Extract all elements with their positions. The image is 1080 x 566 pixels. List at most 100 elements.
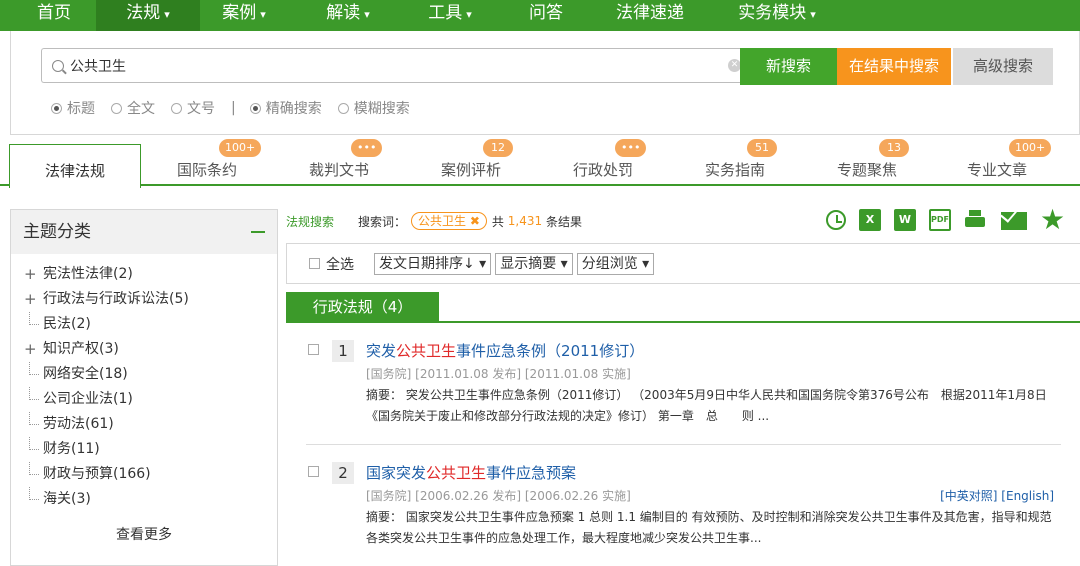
chevron-down-icon: ▾ <box>164 8 170 21</box>
section-tab-admin-regulations[interactable]: 行政法规（4） <box>286 292 439 323</box>
excel-icon[interactable]: X <box>859 209 881 231</box>
sidebar-item-labor-law[interactable]: 劳动法(61) <box>11 412 277 437</box>
radio-fuzzy-search[interactable]: 模糊搜索 <box>337 98 410 118</box>
summary-select[interactable]: 显示摘要 ▾ <box>495 252 573 275</box>
chevron-down-icon: ▾ <box>466 8 472 21</box>
nav-item-interpretation[interactable]: 解读 ▾ <box>318 0 378 31</box>
action-icons: X W PDF ★ <box>826 206 1065 234</box>
sidebar-item-company-law[interactable]: 公司企业法(1) <box>11 387 277 412</box>
count-badge: 100+ <box>1009 139 1052 157</box>
translation-links[interactable]: [中英对照] [English] <box>940 487 1054 504</box>
collapse-icon[interactable] <box>251 231 265 233</box>
separator: | <box>231 100 236 116</box>
tab-topics[interactable]: 13 专题聚焦 <box>801 139 933 186</box>
tree-line <box>29 487 39 500</box>
expand-icon[interactable]: + <box>24 337 37 362</box>
keyword-chip[interactable]: 公共卫生 ✖ <box>411 212 487 230</box>
expand-icon[interactable]: + <box>24 262 37 287</box>
nav-item-regulations[interactable]: 法规 ▾ <box>96 0 200 31</box>
print-icon[interactable] <box>964 209 988 231</box>
radio-dot <box>51 102 62 114</box>
sidebar-item-constitution[interactable]: + 宪法性法律(2) <box>11 262 277 287</box>
sidebar-item-customs[interactable]: 海关(3) <box>11 487 277 512</box>
radio-dot <box>337 102 349 114</box>
list-item: 2 国家突发公共卫生事件应急预案 [国务院] [2006.02.26 发布] [… <box>306 462 1064 562</box>
nav-item-cases[interactable]: 案例 ▾ <box>212 0 276 31</box>
sidebar-item-ip[interactable]: + 知识产权(3) <box>11 337 277 362</box>
result-options: 全选 发文日期排序↓ ▾ 显示摘要 ▾ 分组浏览 ▾ <box>286 243 1080 284</box>
breadcrumb[interactable]: 法规搜索 <box>286 213 334 230</box>
sidebar-item-admin-law[interactable]: + 行政法与行政诉讼法(5) <box>11 287 277 312</box>
checkbox-box <box>309 258 320 269</box>
list-item: 1 突发公共卫生事件应急条例（2011修订） [国务院] [2011.01.08… <box>306 340 1064 440</box>
count-badge: 12 <box>483 139 513 157</box>
radio-dot <box>111 102 122 114</box>
tree-line <box>29 387 39 400</box>
search-input[interactable]: 公共卫生 ✕ <box>41 48 749 83</box>
radio-fulltext[interactable]: 全文 <box>111 98 155 118</box>
search-options: 标题 全文 文号 | 精确搜索 模糊搜索 <box>51 98 426 118</box>
search-in-results-button[interactable]: 在结果中搜索 <box>837 48 951 85</box>
view-more-link[interactable]: 查看更多 <box>11 524 277 544</box>
result-meta: [国务院] [2011.01.08 发布] [2011.01.08 实施] <box>366 367 631 381</box>
result-abstract: 摘要： 国家突发公共卫生事件应急预案 1 总则 1.1 编制目的 有效预防、及时… <box>366 510 1052 545</box>
nav-item-tools[interactable]: 工具 ▾ <box>420 0 480 31</box>
results-summary: 法规搜索 搜索词： 公共卫生 ✖ 共 1,431 条结果 <box>286 212 582 230</box>
nav-item-practice-module[interactable]: 实务模块 ▾ <box>734 0 820 31</box>
tab-laws[interactable]: 法律法规 <box>9 144 141 188</box>
nav-item-home[interactable]: 首页 <box>26 0 82 31</box>
sidebar-item-cybersecurity[interactable]: 网络安全(18) <box>11 362 277 387</box>
count-badge: ••• <box>615 139 647 157</box>
count-badge: 100+ <box>219 139 262 157</box>
radio-doc-number[interactable]: 文号 <box>171 98 215 118</box>
category-tabs: 法律法规 100+ 国际条约 ••• 裁判文书 12 案例评析 ••• 行政处罚 51 实… <box>0 139 1080 188</box>
tab-treaties[interactable]: 100+ 国际条约 <box>141 139 273 186</box>
search-input-value: 公共卫生 <box>70 58 126 75</box>
tab-case-analysis[interactable]: 12 案例评析 <box>405 139 537 186</box>
sort-select[interactable]: 发文日期排序↓ ▾ <box>374 252 492 275</box>
count-badge: ••• <box>351 139 383 157</box>
alarm-clock-icon[interactable] <box>826 210 846 230</box>
tab-articles[interactable]: 100+ 专业文章 <box>931 139 1063 186</box>
sidebar-title: 主题分类 <box>23 222 91 242</box>
sidebar-item-budget[interactable]: 财政与预算(166) <box>11 462 277 487</box>
expand-icon[interactable]: + <box>24 287 37 312</box>
pdf-icon[interactable]: PDF <box>929 209 951 231</box>
result-meta: [国务院] [2006.02.26 发布] [2006.02.26 实施] <box>366 489 631 503</box>
group-select[interactable]: 分组浏览 ▾ <box>576 252 655 275</box>
result-checkbox[interactable] <box>308 466 319 477</box>
result-title-link[interactable]: 突发公共卫生事件应急条例（2011修订） <box>366 340 644 362</box>
tree-line <box>29 437 39 450</box>
tab-judgments[interactable]: ••• 裁判文书 <box>273 139 405 186</box>
tab-practice-guide[interactable]: 51 实务指南 <box>669 139 801 186</box>
result-checkbox[interactable] <box>308 344 319 355</box>
star-icon[interactable]: ★ <box>1040 206 1065 234</box>
result-count: 1,431 <box>507 214 543 228</box>
result-number: 1 <box>332 340 354 362</box>
new-search-button[interactable]: 新搜索 <box>740 48 837 85</box>
count-badge: 13 <box>879 139 909 157</box>
nav-item-qa[interactable]: 问答 <box>526 0 566 31</box>
mail-icon[interactable] <box>1001 212 1027 230</box>
chevron-down-icon: ▾ <box>810 8 816 21</box>
word-icon[interactable]: W <box>894 209 916 231</box>
radio-dot <box>171 102 182 114</box>
section-header: 行政法规（4） <box>286 292 1080 323</box>
chevron-down-icon: ▾ <box>260 8 266 21</box>
radio-title[interactable]: 标题 <box>51 98 95 118</box>
select-all-checkbox[interactable]: 全选 <box>309 254 354 274</box>
sidebar-item-finance[interactable]: 财务(11) <box>11 437 277 462</box>
radio-exact-search[interactable]: 精确搜索 <box>249 98 322 118</box>
tree-line <box>29 362 39 375</box>
result-title-link[interactable]: 国家突发公共卫生事件应急预案 <box>366 462 576 484</box>
advanced-search-button[interactable]: 高级搜索 <box>953 48 1053 85</box>
divider <box>306 444 1061 445</box>
tree-line <box>29 462 39 475</box>
tree-line <box>29 312 39 325</box>
nav-item-law-express[interactable]: 法律速递 <box>614 0 686 31</box>
tab-admin-penalty[interactable]: ••• 行政处罚 <box>537 139 669 186</box>
sidebar-item-civil-law[interactable]: 民法(2) <box>11 312 277 337</box>
search-icon <box>52 59 64 72</box>
radio-dot <box>249 102 261 114</box>
result-abstract: 摘要： 突发公共卫生事件应急条例（2011修订） （2003年5月9日中华人民共… <box>366 388 1047 423</box>
